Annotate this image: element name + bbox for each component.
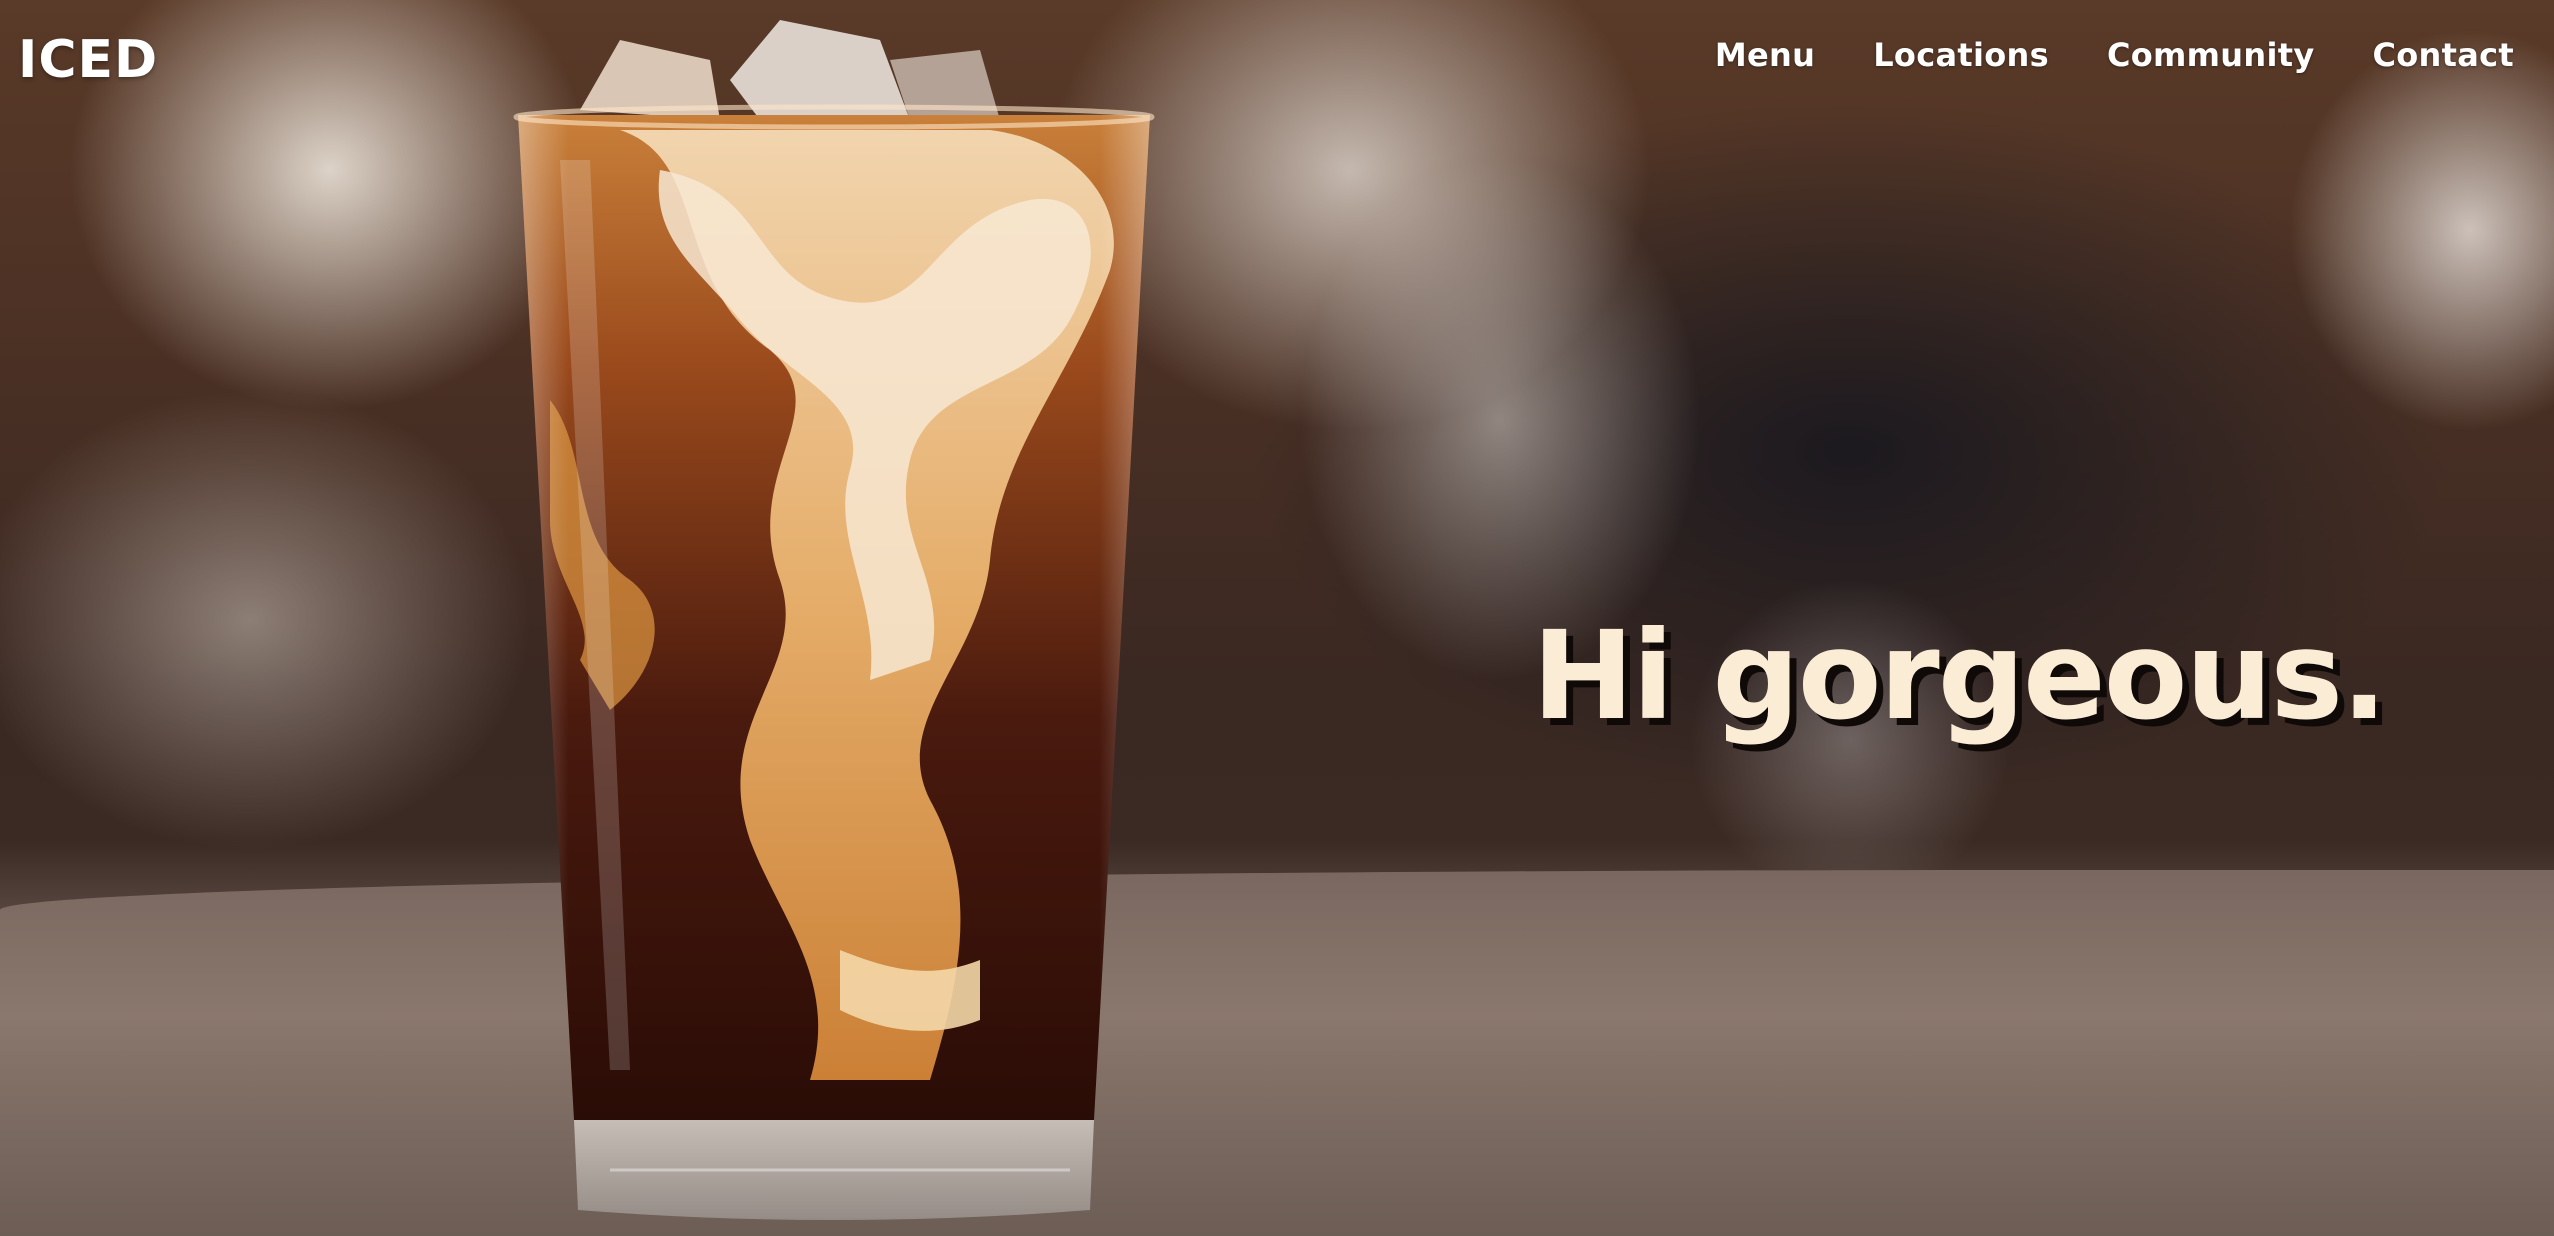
nav-link-menu[interactable]: Menu	[1715, 36, 1815, 74]
hero-headline: Hi gorgeous.	[1532, 605, 2387, 747]
nav-link-locations[interactable]: Locations	[1873, 36, 2049, 74]
iced-coffee-glass-image	[510, 20, 1170, 1220]
main-nav: Menu Locations Community Contact	[1715, 36, 2514, 74]
hero-section: ICED Menu Locations Community Contact Hi…	[0, 0, 2554, 1236]
nav-link-contact[interactable]: Contact	[2372, 36, 2514, 74]
brand-logo[interactable]: ICED	[18, 30, 158, 90]
nav-link-community[interactable]: Community	[2107, 36, 2315, 74]
counter-surface	[0, 870, 2554, 1236]
